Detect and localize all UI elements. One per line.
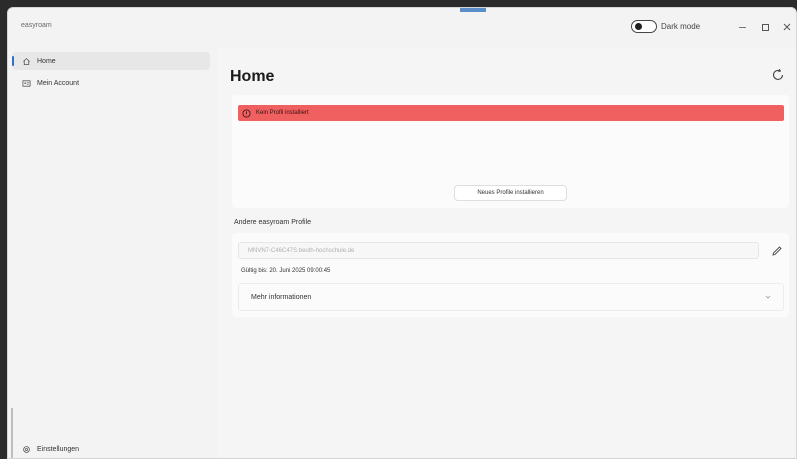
valid-until-text: Gültig bis: 20. Juni 2025 09:00:45 (241, 268, 331, 274)
profile-card: MNVN7-C46C47S.beuth-hochschule.de Gültig… (232, 233, 789, 317)
active-profile-card: Kein Profil installiert Neues Profile in… (232, 95, 789, 208)
profile-name-field[interactable]: MNVN7-C46C47S.beuth-hochschule.de (238, 242, 759, 259)
minimize-icon (738, 26, 746, 28)
other-profiles-heading: Andere easyroam Profile (234, 219, 312, 226)
sidebar-item-account[interactable]: Mein Account (12, 74, 210, 92)
sidebar-item-label: Mein Account (37, 79, 80, 87)
error-banner: Kein Profil installiert (238, 105, 784, 121)
sidebar-item-home[interactable]: Home (12, 52, 210, 70)
close-icon (783, 23, 791, 31)
refresh-button[interactable] (771, 68, 785, 82)
more-info-label: Mehr informationen (251, 293, 312, 301)
page-title: Home (230, 68, 275, 85)
home-icon (21, 56, 31, 66)
error-message: Kein Profil installiert (256, 110, 309, 116)
refresh-icon (773, 68, 784, 80)
main-content: Home Kein Profil installiert Neues Profi… (218, 48, 796, 458)
app-window: easyroam Dark mode Home Mein Account Ein… (7, 7, 797, 459)
sidebar-item-settings[interactable]: Einstellungen (12, 440, 210, 458)
dark-mode-toggle[interactable] (631, 20, 657, 33)
account-card-icon (21, 78, 31, 88)
close-button[interactable] (778, 18, 796, 36)
install-profile-button[interactable]: Neues Profile installieren (454, 185, 567, 201)
sidebar: Home Mein Account Einstellungen (8, 48, 216, 458)
maximize-button[interactable] (756, 18, 774, 36)
toggle-knob (635, 23, 642, 30)
edit-button[interactable] (771, 244, 783, 256)
error-icon (242, 108, 251, 118)
dark-mode-label: Dark mode (661, 22, 701, 31)
active-indicator (12, 56, 14, 66)
sidebar-item-label: Home (37, 57, 56, 65)
sidebar-item-label: Einstellungen (37, 445, 80, 453)
chevron-down-icon (765, 295, 771, 299)
gear-icon (21, 444, 31, 454)
pencil-icon (772, 246, 782, 256)
more-info-expander[interactable]: Mehr informationen (238, 283, 784, 311)
app-title: easyroam (21, 22, 52, 29)
minimize-button[interactable] (733, 18, 751, 36)
title-bar: easyroam Dark mode (8, 8, 796, 48)
maximize-icon (761, 23, 769, 31)
